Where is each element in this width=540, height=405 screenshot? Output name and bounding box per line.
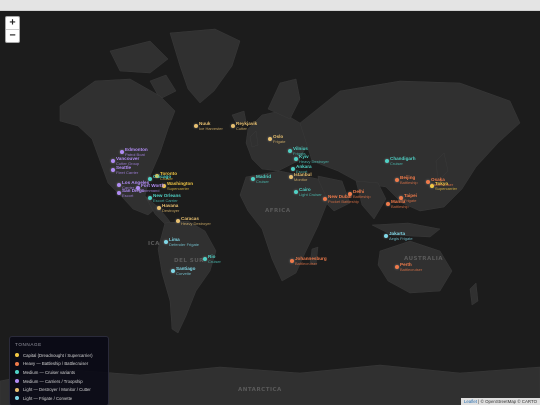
ship-class: Pocket Battleship	[328, 199, 359, 204]
legend-label: Heavy — Battleship / Battlecruiser	[23, 361, 89, 367]
legend-swatch	[15, 370, 19, 375]
region-label-antarctica: ANTARCTICA	[238, 387, 282, 393]
marker-dot[interactable]	[348, 192, 352, 196]
legend-title: TONNAGE	[15, 342, 42, 347]
marker-dot[interactable]	[386, 202, 390, 206]
marker-dot[interactable]	[288, 149, 292, 153]
ship-class: Supercarrier	[435, 186, 458, 191]
marker-dot[interactable]	[291, 167, 295, 171]
ship-class: Frigate	[273, 139, 286, 144]
marker-dot[interactable]	[384, 234, 388, 238]
ship-class: Aegis Frigate	[389, 236, 413, 241]
marker-dot[interactable]	[136, 186, 140, 190]
ship-class: Battleship	[391, 204, 409, 209]
marker-dot[interactable]	[120, 150, 124, 154]
legend-swatch	[15, 353, 19, 358]
ship-class: Cruiser	[208, 259, 221, 264]
world-map[interactable]: + − AFRICA AUSTRALIA ANTARCTICA DEL SUR …	[0, 11, 540, 405]
marker-dot[interactable]	[323, 197, 327, 201]
marker-dot[interactable]	[117, 183, 121, 187]
marker-dot[interactable]	[148, 196, 152, 200]
marker-dot[interactable]	[176, 219, 180, 223]
marker-dot[interactable]	[231, 124, 235, 128]
legend-label: Medium — Cruiser variants	[23, 369, 76, 375]
marker-dot[interactable]	[194, 124, 198, 128]
marker-dot[interactable]	[203, 257, 207, 261]
legend-item-heavy: Heavy — Battleship / Battlecruiser	[15, 360, 103, 369]
legend-label: Medium — Carriers / Troopship	[23, 378, 83, 384]
zoom-in-button[interactable]: +	[6, 17, 19, 29]
legend-swatch	[15, 387, 19, 392]
legend-label: Capital (Dreadnought / Supercarrier)	[23, 352, 93, 358]
ship-class: Light Cruiser	[299, 192, 322, 197]
legend-label: Light — Destroyer / Monitor / Cutter	[23, 387, 91, 393]
marker-dot[interactable]	[294, 190, 298, 194]
legend-item-capital: Capital (Dreadnought / Supercarrier)	[15, 351, 103, 360]
marker-dot[interactable]	[117, 191, 121, 195]
marker-dot[interactable]	[426, 180, 430, 184]
zoom-out-button[interactable]: −	[6, 29, 19, 42]
legend-swatch	[15, 396, 19, 401]
legend-swatch	[15, 361, 19, 366]
marker-dot[interactable]	[111, 168, 115, 172]
legend-label: Light — Frigate / Corvette	[23, 395, 73, 401]
marker-dot[interactable]	[395, 178, 399, 182]
legend-item-medium-cruiser: Medium — Cruiser variants	[15, 368, 103, 377]
legend-swatch	[15, 379, 19, 384]
ship-class: Cutter	[236, 126, 247, 131]
ship-class: Cruiser	[256, 179, 269, 184]
ship-class: Defender Frigate	[169, 242, 200, 247]
marker-dot[interactable]	[268, 137, 272, 141]
legend-item-medium-carrier: Medium — Carriers / Troopship	[15, 377, 103, 386]
ship-class: Cruiser	[390, 161, 403, 166]
legend: TONNAGE Capital (Dreadnought / Supercarr…	[9, 336, 109, 405]
marker-dot[interactable]	[294, 157, 298, 161]
legend-rows: Capital (Dreadnought / Supercarrier) Heav…	[15, 351, 103, 403]
ship-class: Battleship	[353, 194, 371, 199]
marker-dot[interactable]	[430, 184, 434, 188]
ship-class: Battlecruiser	[295, 261, 318, 266]
ship-class: Frigate	[404, 198, 417, 203]
marker-dot[interactable]	[289, 175, 293, 179]
ship-class: Battlecruiser	[400, 267, 423, 272]
ship-class: Battleship	[400, 180, 418, 185]
marker-dot[interactable]	[164, 240, 168, 244]
ship-class: Ice Harvester	[199, 126, 223, 131]
region-label-north-america: ICA	[148, 241, 160, 247]
legend-item-light-frigate: Light — Frigate / Corvette	[15, 394, 103, 403]
ship-class: Destroyer	[162, 208, 180, 213]
marker-dot[interactable]	[171, 269, 175, 273]
marker-dot[interactable]	[385, 159, 389, 163]
map-attribution: Leaflet | © OpenStreetMap © CARTO	[460, 398, 540, 405]
marker-dot[interactable]	[251, 177, 255, 181]
marker-dot[interactable]	[157, 206, 161, 210]
leaflet-link[interactable]: Leaflet	[464, 399, 477, 404]
zoom-control: + −	[5, 16, 20, 43]
ship-class: Heavy Destroyer	[181, 221, 211, 226]
attribution-text: | © OpenStreetMap © CARTO	[477, 399, 537, 404]
region-label-south-america: DEL SUR	[174, 258, 204, 264]
marker-dot[interactable]	[111, 159, 115, 163]
marker-dot[interactable]	[290, 259, 294, 263]
ship-class: Corvette	[176, 271, 192, 276]
legend-item-light-destroyer: Light — Destroyer / Monitor / Cutter	[15, 385, 103, 394]
ship-class: Fleet Carrier	[116, 170, 139, 175]
top-bar	[0, 0, 540, 11]
marker-dot[interactable]	[395, 265, 399, 269]
region-label-africa: AFRICA	[265, 208, 291, 214]
ship-class: Supercarrier	[167, 186, 190, 191]
ship-class: Monitor	[294, 177, 308, 182]
ship-class: Escort	[122, 193, 134, 198]
port-name: Chicago	[153, 174, 172, 179]
